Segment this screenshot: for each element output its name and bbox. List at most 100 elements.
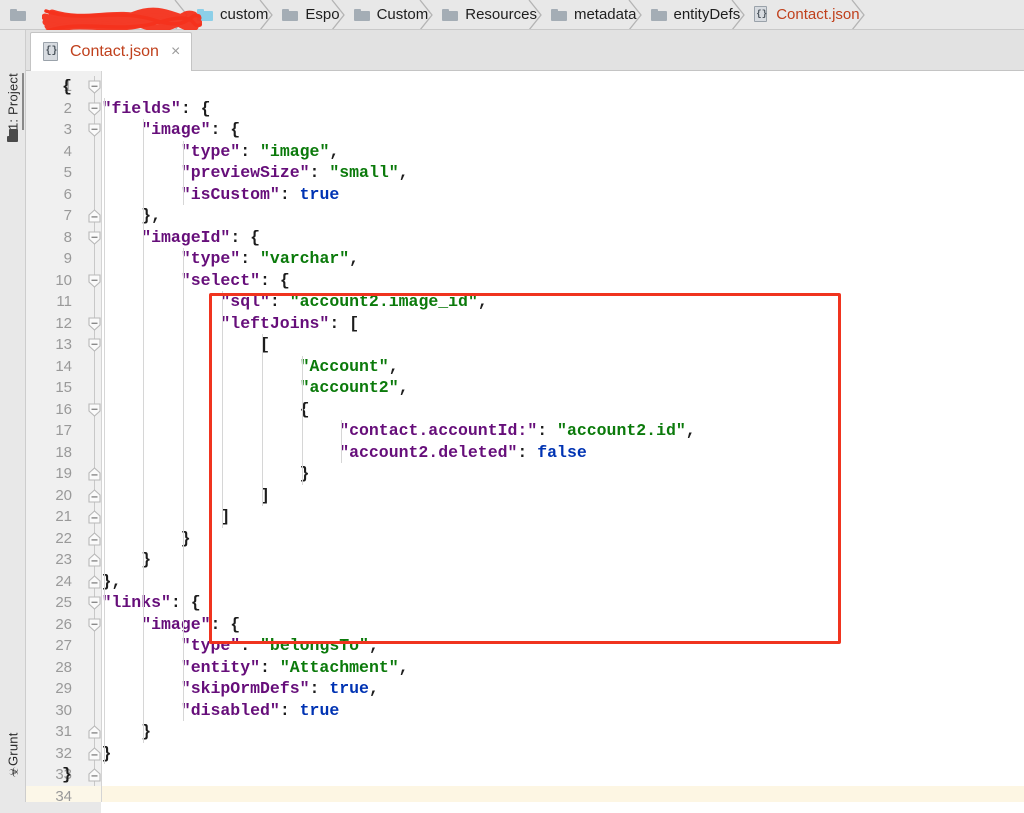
grunt-icon: ☣ — [7, 766, 19, 778]
code-line[interactable]: 25"links": { — [26, 592, 1024, 614]
code-line[interactable]: 17"contact.accountId:": "account2.id", — [26, 420, 1024, 442]
code-line[interactable]: 4"type": "image", — [26, 141, 1024, 163]
breadcrumb-item-espo[interactable]: Espo — [272, 0, 343, 29]
code-line[interactable]: 28"entity": "Attachment", — [26, 657, 1024, 679]
code-token-punct: : — [280, 701, 300, 720]
code-token-key: "type" — [181, 142, 240, 161]
code-line[interactable]: 33} — [26, 764, 1024, 786]
code-line[interactable]: 30"disabled": true — [26, 700, 1024, 722]
fold-collapse-icon[interactable] — [88, 231, 101, 245]
indent-guide — [262, 334, 263, 506]
code-line-text: "fields": { — [102, 98, 211, 120]
code-line[interactable]: 24}, — [26, 571, 1024, 593]
fold-collapse-icon[interactable] — [88, 274, 101, 288]
breadcrumb-item-resources[interactable]: Resources — [432, 0, 541, 29]
code-line[interactable]: 18"account2.deleted": false — [26, 442, 1024, 464]
line-number: 24 — [26, 571, 72, 593]
code-editor[interactable]: 1{2"fields": {3"image": {4"type": "image… — [26, 71, 1024, 813]
folder-icon — [551, 8, 567, 21]
fold-collapse-icon[interactable] — [88, 123, 101, 137]
code-line[interactable]: 20] — [26, 485, 1024, 507]
code-line[interactable]: 29"skipOrmDefs": true, — [26, 678, 1024, 700]
tool-window-button-project[interactable]: 1: Project — [0, 36, 26, 146]
code-token-punct: : — [240, 636, 260, 655]
fold-collapse-icon[interactable] — [88, 317, 101, 331]
fold-collapse-icon[interactable] — [88, 618, 101, 632]
fold-end-icon[interactable] — [88, 510, 101, 524]
fold-end-icon[interactable] — [88, 768, 101, 782]
code-line[interactable]: 12"leftJoins": [ — [26, 313, 1024, 335]
fold-end-icon[interactable] — [88, 747, 101, 761]
breadcrumb-item-label: entityDefs — [674, 6, 741, 23]
code-line-text: "select": { — [181, 270, 290, 292]
code-line[interactable]: 26"image": { — [26, 614, 1024, 636]
code-line[interactable]: 9 "type": "varchar", — [26, 248, 1024, 270]
code-line[interactable]: 13[ — [26, 334, 1024, 356]
code-token-key: "account2.deleted" — [339, 443, 517, 462]
editor-tab-contact-json[interactable]: {} Contact.json × — [30, 32, 192, 71]
breadcrumb-item-contact-json[interactable]: {}Contact.json — [744, 0, 863, 29]
fold-collapse-icon[interactable] — [88, 338, 101, 352]
fold-connector — [94, 141, 95, 163]
line-number: 9 — [26, 248, 72, 270]
code-line[interactable]: 19} — [26, 463, 1024, 485]
code-line[interactable]: 23} — [26, 549, 1024, 571]
code-line[interactable]: 1{ — [26, 76, 1024, 98]
code-line[interactable]: 14"Account", — [26, 356, 1024, 378]
code-token-str: "Attachment" — [280, 658, 399, 677]
code-line[interactable]: 2"fields": { — [26, 98, 1024, 120]
code-line[interactable]: 21] — [26, 506, 1024, 528]
tool-window-button-grunt[interactable]: ☣ Grunt — [0, 690, 26, 782]
fold-collapse-icon[interactable] — [88, 596, 101, 610]
fold-end-icon[interactable] — [88, 725, 101, 739]
breadcrumb-item-redacted[interactable] — [0, 0, 187, 29]
indent-guide — [143, 119, 144, 743]
fold-end-icon[interactable] — [88, 532, 101, 546]
fold-end-icon[interactable] — [88, 489, 101, 503]
breadcrumb-item-custom[interactable]: custom — [187, 0, 272, 29]
code-line[interactable]: 15"account2", — [26, 377, 1024, 399]
code-line[interactable]: 8"imageId": { — [26, 227, 1024, 249]
code-token-key: "contact.accountId:" — [339, 421, 537, 440]
line-number: 21 — [26, 506, 72, 528]
code-line-text: "Account", — [300, 356, 399, 378]
close-icon[interactable]: × — [171, 44, 180, 60]
fold-end-icon[interactable] — [88, 467, 101, 481]
fold-collapse-icon[interactable] — [88, 80, 101, 94]
code-line[interactable]: 27"type": "belongsTo", — [26, 635, 1024, 657]
code-token-punct: : { — [230, 228, 260, 247]
code-line[interactable]: 31} — [26, 721, 1024, 743]
fold-connector — [94, 420, 95, 442]
fold-end-icon[interactable] — [88, 553, 101, 567]
code-line-text: "previewSize": "small", — [181, 162, 409, 184]
line-number: 32 — [26, 743, 72, 765]
code-line[interactable]: 10"select": { — [26, 270, 1024, 292]
code-line[interactable]: 6"isCustom": true — [26, 184, 1024, 206]
code-line[interactable]: 3"image": { — [26, 119, 1024, 141]
fold-connector — [94, 657, 95, 679]
code-line[interactable]: 7}, — [26, 205, 1024, 227]
code-line[interactable]: 16{ — [26, 399, 1024, 421]
code-token-punct: , — [369, 636, 379, 655]
code-line[interactable]: 11"sql": "account2.image_id", — [26, 291, 1024, 313]
breadcrumb-item-custom[interactable]: Custom — [344, 0, 433, 29]
breadcrumb-item-entitydefs[interactable]: entityDefs — [641, 0, 745, 29]
breadcrumb-item-metadata[interactable]: metadata — [541, 0, 641, 29]
code-line[interactable]: 22} — [26, 528, 1024, 550]
fold-collapse-icon[interactable] — [88, 102, 101, 116]
fold-end-icon[interactable] — [88, 209, 101, 223]
code-token-punct: : { — [171, 593, 201, 612]
code-line-text: "type": "varchar", — [181, 248, 359, 270]
breadcrumb-item-label: Resources — [465, 6, 537, 23]
line-number: 16 — [26, 399, 72, 421]
fold-collapse-icon[interactable] — [88, 403, 101, 417]
code-line[interactable]: 5"previewSize": "small", — [26, 162, 1024, 184]
editor-tab-bar: {} Contact.json × — [26, 30, 1024, 71]
breadcrumb-item-label: metadata — [574, 6, 637, 23]
code-line[interactable]: 32} — [26, 743, 1024, 765]
code-token-str: "Account" — [300, 357, 389, 376]
json-file-icon: {} — [43, 42, 61, 62]
breadcrumb-item-label: custom — [220, 6, 268, 23]
fold-end-icon[interactable] — [88, 575, 101, 589]
code-token-punct: , — [369, 679, 379, 698]
